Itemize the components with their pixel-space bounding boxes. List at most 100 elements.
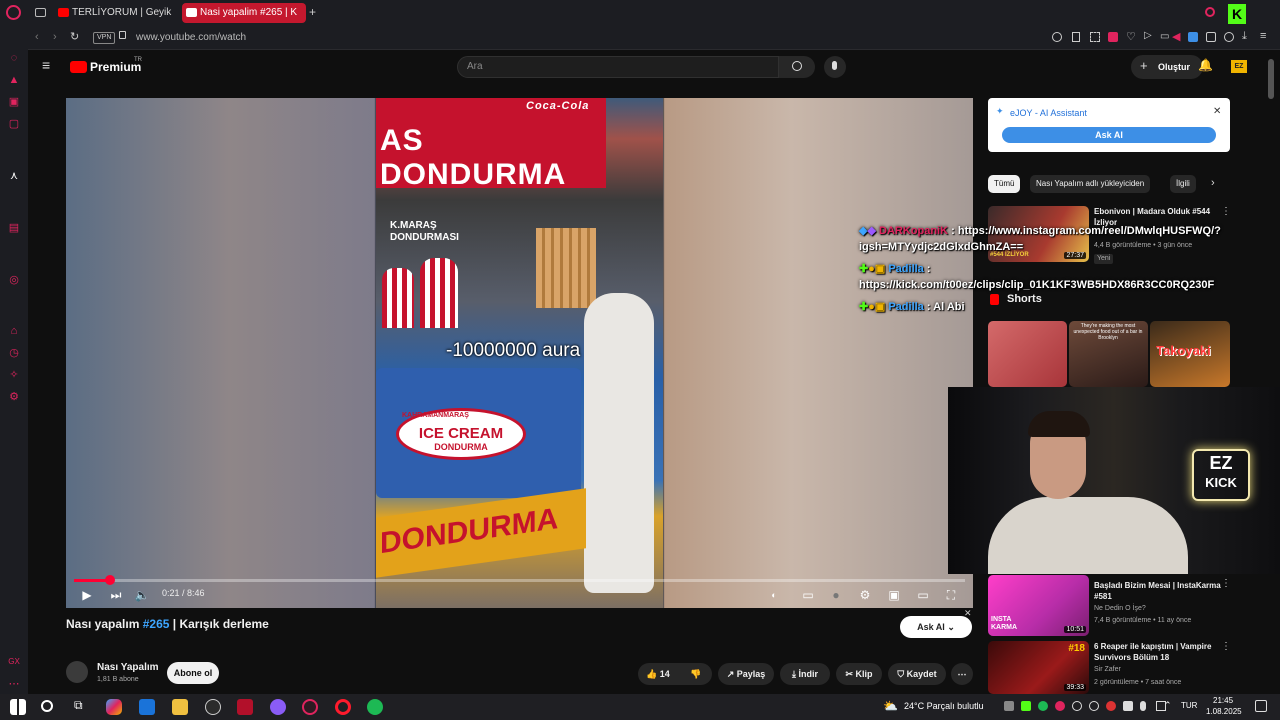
volume-icon[interactable]: 🔈: [134, 587, 150, 603]
extension-icon[interactable]: [1206, 32, 1216, 42]
more-actions-button[interactable]: ⋯: [951, 663, 973, 685]
recommended-thumbnail[interactable]: #18 39:33: [988, 641, 1089, 694]
zoom-icon[interactable]: [1052, 32, 1062, 42]
bookmarks-icon[interactable]: ⌂: [7, 324, 21, 338]
video-player[interactable]: AS DONDURMA Coca-Cola K.MARAŞ DONDURMASI…: [66, 98, 973, 608]
search-tabs-icon[interactable]: [1205, 7, 1215, 17]
short-thumbnail[interactable]: They're making the most unexpected food …: [1069, 321, 1148, 387]
gx-icon[interactable]: GX: [7, 655, 21, 669]
opera-logo-icon[interactable]: [6, 5, 21, 20]
messenger-icon[interactable]: ▣: [7, 95, 21, 109]
menu-icon[interactable]: ≡: [1260, 30, 1266, 42]
language-indicator[interactable]: TUR: [1181, 701, 1197, 710]
dislike-button[interactable]: 👎: [690, 663, 701, 685]
search-icon[interactable]: [41, 700, 53, 712]
subtitles-icon[interactable]: ▭: [800, 587, 816, 603]
crypto-wallet-icon[interactable]: ▲: [7, 73, 21, 87]
save-button[interactable]: ⛉ Kaydet: [888, 663, 946, 685]
next-icon[interactable]: ⏭: [108, 587, 124, 603]
outlook-icon[interactable]: [139, 699, 155, 715]
chevron-right-icon[interactable]: ›: [1211, 177, 1215, 189]
extensions-icon[interactable]: ✧: [7, 368, 21, 382]
back-icon[interactable]: ‹: [35, 31, 39, 43]
youtube-logo[interactable]: Premium TR: [70, 57, 150, 76]
chevron-up-icon[interactable]: ⌃: [1164, 700, 1172, 711]
tray-icon[interactable]: [1038, 701, 1048, 711]
kebab-icon[interactable]: ⋮: [1221, 206, 1231, 217]
instagram-icon[interactable]: ▢: [7, 117, 21, 131]
tray-icon[interactable]: [1021, 701, 1031, 711]
create-button[interactable]: + Oluştur: [1131, 55, 1203, 79]
aria-icon[interactable]: ◌: [7, 51, 21, 65]
forward-icon[interactable]: ›: [53, 31, 57, 43]
notification-icon[interactable]: [1255, 700, 1267, 712]
tab-overview-icon[interactable]: [35, 8, 46, 17]
clock-date[interactable]: 1.08.2025: [1206, 707, 1242, 716]
windows-start-icon[interactable]: [10, 699, 26, 715]
page-scrollbar[interactable]: [1268, 59, 1274, 99]
chip-all[interactable]: Tümü: [988, 175, 1021, 193]
opera-icon[interactable]: [335, 699, 351, 715]
autoplay-toggle[interactable]: ◐: [766, 587, 782, 603]
tray-icon[interactable]: [1123, 701, 1133, 711]
tray-icon[interactable]: [1055, 701, 1065, 711]
file-explorer-icon[interactable]: [172, 699, 188, 715]
pocket-icon[interactable]: [1108, 32, 1118, 42]
tray-icon[interactable]: [1106, 701, 1116, 711]
discord-icon[interactable]: [270, 699, 286, 715]
chip-related[interactable]: İlgili: [1170, 175, 1196, 193]
avatar[interactable]: EZ: [1231, 60, 1247, 73]
recommended-channel[interactable]: Ne Dedin O İşe?: [1094, 604, 1146, 614]
history-icon[interactable]: ◷: [7, 346, 21, 360]
copilot-icon[interactable]: [106, 699, 122, 715]
play-icon[interactable]: ▷: [1144, 30, 1152, 41]
download-icon[interactable]: ⤓: [1242, 30, 1247, 43]
recommended-title[interactable]: 6 Reaper ile kapıştım | Vampire Survivor…: [1094, 641, 1224, 663]
tray-icon[interactable]: [1072, 701, 1082, 711]
task-view-icon[interactable]: ⧉: [74, 698, 83, 713]
tab-nasi-yapalim[interactable]: Nasi yapalim #265 | K: [182, 3, 306, 23]
search-input[interactable]: Ara: [457, 56, 779, 78]
share-button[interactable]: ↗ Paylaş: [718, 663, 774, 685]
short-thumbnail[interactable]: [988, 321, 1067, 387]
channel-name[interactable]: Nası Yapalım: [97, 662, 159, 673]
chip-uploader[interactable]: Nası Yapalım adlı yükleyiciden: [1030, 175, 1151, 193]
player-icon[interactable]: ◎: [7, 273, 21, 287]
weather-icon[interactable]: ⛅: [883, 699, 898, 713]
settings-icon[interactable]: ⚙: [7, 390, 21, 404]
fullscreen-icon[interactable]: ⛶: [943, 587, 959, 603]
kebab-icon[interactable]: ⋮: [1221, 578, 1231, 589]
opera-gx-icon[interactable]: [302, 699, 318, 715]
weather-text[interactable]: 24°C Parçalı bulutlu: [904, 701, 984, 711]
tray-icon[interactable]: [1004, 701, 1014, 711]
close-icon[interactable]: ✕: [1213, 106, 1221, 117]
bell-icon[interactable]: 🔔: [1198, 58, 1213, 72]
recommended-channel[interactable]: Sir Zafer: [1094, 665, 1121, 675]
snapshot-icon[interactable]: [1090, 32, 1100, 42]
tab-terliyorum[interactable]: TERLİYORUM | GeyikPost: [54, 3, 172, 23]
microphone-icon[interactable]: [1140, 701, 1146, 711]
more-icon[interactable]: ⋯: [7, 677, 21, 691]
gx-corner-icon[interactable]: ⋏: [7, 169, 21, 183]
pin-icon[interactable]: [1072, 32, 1080, 42]
app-icon[interactable]: [237, 699, 253, 715]
clock-time[interactable]: 21:45: [1213, 696, 1233, 705]
theater-icon[interactable]: ▭: [915, 587, 931, 603]
spotify-icon[interactable]: [367, 699, 383, 715]
progress-scrubber[interactable]: [104, 575, 115, 585]
close-icon[interactable]: ✕: [964, 608, 972, 619]
tray-icon[interactable]: [1089, 701, 1099, 711]
recommended-title[interactable]: Başladı Bizim Mesai | InstaKarma #581: [1094, 580, 1224, 602]
reload-icon[interactable]: ↻: [70, 30, 79, 43]
profile-icon[interactable]: [1224, 32, 1234, 42]
settings-gear-icon[interactable]: ⚙: [857, 587, 873, 603]
recommended-thumbnail[interactable]: INSTA KARMA 10:51: [988, 575, 1089, 636]
translate-icon[interactable]: [1188, 32, 1198, 42]
clip-button[interactable]: ✂ Klip: [836, 663, 882, 685]
ejoy-ask-ai-button[interactable]: Ask AI: [1002, 127, 1216, 143]
title-hashtag[interactable]: #265: [143, 617, 170, 631]
play-icon[interactable]: ▶: [79, 587, 95, 603]
heart-icon[interactable]: ♡: [1126, 30, 1136, 43]
kebab-icon[interactable]: ⋮: [1221, 641, 1231, 652]
download-button[interactable]: ⤓ İndir: [780, 663, 830, 685]
